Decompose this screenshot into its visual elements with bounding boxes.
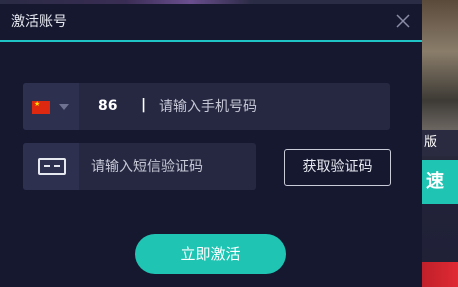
activate-account-dialog: 激活账号 ★ 86 | 获取验证码 立即激活 (0, 0, 422, 287)
dialog-titlebar: 激活账号 (0, 0, 422, 42)
background-app-strip: 版 速 (422, 0, 458, 287)
password-box-icon (38, 158, 66, 175)
background-speed-banner: 速 (422, 160, 458, 204)
background-version-label: 版 (422, 130, 458, 156)
activate-button[interactable]: 立即激活 (135, 234, 286, 274)
chevron-down-icon (59, 104, 69, 110)
phone-row: ★ 86 | (23, 83, 390, 130)
dialog-title: 激活账号 (11, 14, 67, 30)
sms-code-input[interactable] (91, 143, 251, 190)
phone-number-input[interactable] (159, 83, 384, 130)
close-button[interactable] (392, 10, 414, 32)
sms-code-row (23, 143, 256, 190)
cn-flag-icon: ★ (32, 100, 50, 114)
country-code-select[interactable]: ★ (23, 83, 79, 130)
close-icon (396, 14, 410, 28)
background-red-banner (422, 262, 458, 287)
country-code: 86 (98, 98, 118, 114)
get-code-button[interactable]: 获取验证码 (284, 149, 391, 186)
country-code-separator: | (141, 97, 147, 113)
sms-code-icon-box (23, 143, 79, 190)
